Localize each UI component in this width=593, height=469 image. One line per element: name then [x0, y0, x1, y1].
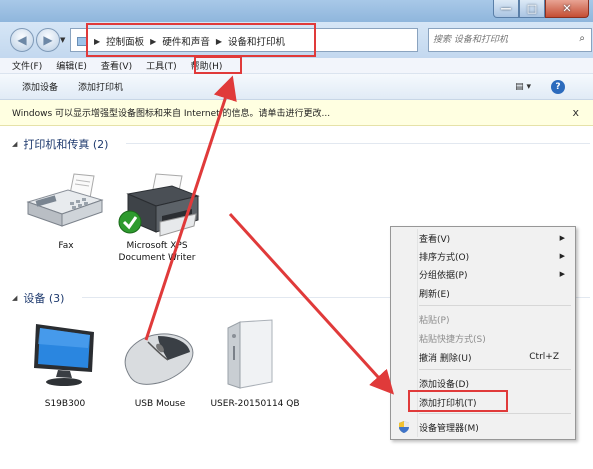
submenu-arrow-icon: ▶ [559, 234, 565, 242]
forward-arrow-icon: ▶ [43, 33, 53, 47]
menu-edit[interactable]: 编辑(E) [56, 59, 87, 72]
menu-separator [419, 305, 571, 306]
collapse-triangle-icon[interactable]: ◢ [12, 294, 17, 302]
help-icon[interactable]: ? [551, 80, 565, 94]
change-view-icon[interactable]: ▤ ▾ [515, 82, 531, 92]
menu-view[interactable]: 查看(V) [101, 59, 132, 72]
annotation-highlight-breadcrumb [86, 23, 316, 57]
close-button[interactable]: ✕ [545, 0, 589, 18]
group-header-printers[interactable]: ◢ 打印机和传真 (2) [12, 136, 108, 152]
menu-item-paste[interactable]: 粘贴(P) [419, 310, 571, 328]
menu-separator [419, 413, 571, 414]
group-title: 设备 (3) [23, 292, 65, 305]
menu-item-label: 刷新(E) [419, 289, 450, 300]
menu-item-label: 设备管理器(M) [419, 423, 479, 434]
computer-icon[interactable] [222, 318, 278, 392]
submenu-arrow-icon: ▶ [559, 270, 565, 278]
menu-item-label: 撤消 删除(U) [419, 353, 472, 364]
group-divider [126, 143, 590, 144]
group-title: 打印机和传真 (2) [23, 138, 109, 151]
maximize-button[interactable]: □ [519, 0, 545, 18]
device-label[interactable]: S19B300 [30, 398, 100, 410]
menu-item-device-manager[interactable]: 设备管理器(M) [399, 418, 571, 436]
menu-item-undo-delete[interactable]: 撤消 删除(U) Ctrl+Z [419, 348, 571, 366]
menu-item-group-by[interactable]: 分组依据(P) ▶ [419, 265, 571, 283]
device-label[interactable]: USB Mouse [120, 398, 200, 410]
annotation-highlight-add-printer [408, 390, 508, 412]
window-controls: — □ ✕ [493, 0, 589, 18]
device-label[interactable]: Microsoft XPS Document Writer [114, 240, 200, 264]
menu-file[interactable]: 文件(F) [12, 59, 42, 72]
printer-icon[interactable] [116, 172, 202, 240]
monitor-icon[interactable] [30, 322, 100, 388]
menu-item-view[interactable]: 查看(V) ▶ [419, 229, 571, 247]
add-printer-button[interactable]: 添加打印机 [78, 80, 123, 93]
devices-and-printers-window: — □ ✕ ◀ ▶ ▼ ▶ 控制面板 ▶ 硬件和声音 ▶ 设备和打印机 ▼ ↻ … [0, 0, 593, 469]
group-header-devices[interactable]: ◢ 设备 (3) [12, 290, 64, 306]
menu-item-label: 分组依据(P) [419, 270, 468, 281]
menu-separator [419, 369, 571, 370]
fax-icon[interactable] [24, 172, 106, 232]
command-bar-right: ▤ ▾ ? [515, 80, 585, 94]
back-arrow-icon: ◀ [17, 33, 27, 47]
menu-bar: 文件(F) 编辑(E) 查看(V) 工具(T) 帮助(H) [0, 58, 593, 74]
menu-item-shortcut: Ctrl+Z [529, 352, 559, 362]
search-icon[interactable]: ⌕ [579, 33, 585, 44]
device-label[interactable]: USER-20150114 QB [208, 398, 302, 410]
collapse-triangle-icon[interactable]: ◢ [12, 140, 17, 148]
menu-item-label: 粘贴(P) [419, 315, 450, 326]
menu-item-sort-by[interactable]: 排序方式(O) ▶ [419, 247, 571, 265]
menu-item-label: 粘贴快捷方式(S) [419, 334, 486, 345]
back-button[interactable]: ◀ [10, 28, 34, 52]
menu-item-label: 排序方式(O) [419, 252, 470, 263]
annotation-highlight-help-menu [194, 56, 242, 74]
add-device-button[interactable]: 添加设备 [22, 80, 58, 93]
info-bar[interactable]: Windows 可以显示增强型设备图标和来自 Internet 的信息。请单击进… [0, 100, 593, 126]
mouse-icon[interactable] [118, 328, 198, 388]
title-bar: — □ ✕ [0, 0, 593, 22]
info-bar-text: Windows 可以显示增强型设备图标和来自 Internet 的信息。请单击进… [12, 109, 331, 119]
search-box[interactable]: ⌕ [428, 28, 592, 52]
forward-button[interactable]: ▶ [36, 28, 60, 52]
submenu-arrow-icon: ▶ [559, 252, 565, 260]
uac-shield-icon [399, 421, 409, 433]
minimize-button[interactable]: — [493, 0, 519, 18]
menu-tools[interactable]: 工具(T) [146, 59, 177, 72]
menu-item-label: 添加设备(D) [419, 379, 469, 390]
close-icon[interactable]: x [572, 106, 579, 119]
command-bar: 添加设备 添加打印机 ▤ ▾ ? [0, 74, 593, 100]
device-label[interactable]: Fax [36, 240, 96, 252]
menu-item-refresh[interactable]: 刷新(E) [419, 284, 571, 302]
search-input[interactable] [433, 30, 573, 50]
menu-item-label: 查看(V) [419, 234, 451, 245]
recent-pages-chevron-icon[interactable]: ▼ [60, 36, 65, 44]
menu-item-paste-shortcut[interactable]: 粘贴快捷方式(S) [419, 329, 571, 347]
